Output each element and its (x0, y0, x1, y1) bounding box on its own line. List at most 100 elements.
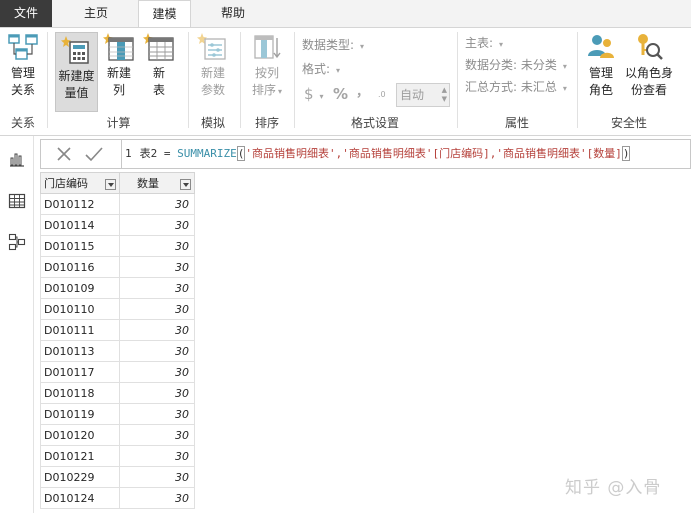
view-as-roles-button[interactable]: 以角色身 份查看 (623, 32, 675, 99)
table-row[interactable]: D010120 30 (40, 424, 195, 446)
table-row[interactable]: D010121 30 (40, 445, 195, 467)
cell-quantity[interactable]: 30 (119, 298, 195, 320)
data-type-label: 数据类型: (302, 38, 355, 52)
table-row[interactable]: D010117 30 (40, 361, 195, 383)
data-grid: 门店编码 数量 D010112 30 D010114 30 D010115 30 D0101… (40, 172, 195, 509)
table-row[interactable]: D010110 30 (40, 298, 195, 320)
chevron-down-icon: ▾ (562, 84, 567, 93)
table-row[interactable]: D010109 30 (40, 277, 195, 299)
new-column-icon (103, 33, 134, 61)
sort-by-column-button[interactable]: 按列 排序 ▾ (246, 32, 288, 100)
formula-arg-qty-column: ,'商品销售明细表'[数量] (489, 147, 622, 160)
cell-quantity[interactable]: 30 (119, 319, 195, 341)
group-separator (240, 32, 241, 128)
group-separator (47, 32, 48, 128)
data-view-icon[interactable] (8, 192, 26, 210)
cell-quantity[interactable]: 30 (119, 424, 195, 446)
new-table-button[interactable]: 新 表 (142, 32, 176, 99)
decimal-places-icon[interactable]: .0 (378, 86, 386, 104)
cell-quantity[interactable]: 30 (119, 277, 195, 299)
currency-format-button[interactable]: $ ▾ (304, 85, 324, 103)
table-row[interactable]: D010111 30 (40, 319, 195, 341)
cell-store-code[interactable]: D010116 (40, 256, 120, 278)
cell-store-code[interactable]: D010119 (40, 403, 120, 425)
manage-roles-icon (588, 35, 614, 58)
cell-store-code[interactable]: D010121 (40, 445, 120, 467)
model-view-icon[interactable] (8, 233, 26, 251)
commit-check-icon[interactable] (84, 144, 104, 164)
column-filter-icon[interactable] (180, 179, 191, 190)
table-row[interactable]: D010119 30 (40, 403, 195, 425)
home-table-dropdown[interactable]: 主表: ▾ (465, 34, 503, 52)
table-header-row: 门店编码 数量 (40, 172, 195, 194)
cancel-icon[interactable] (54, 144, 74, 164)
table-row[interactable]: D010124 30 (40, 487, 195, 509)
cell-store-code[interactable]: D010118 (40, 382, 120, 404)
decimal-places-input[interactable]: 自动 ▲ ▼ (396, 83, 450, 107)
format-dropdown[interactable]: 格式: ▾ (302, 60, 340, 78)
table-row[interactable]: D010115 30 (40, 235, 195, 257)
cell-quantity[interactable]: 30 (119, 235, 195, 257)
cell-quantity[interactable]: 30 (119, 256, 195, 278)
cell-quantity[interactable]: 30 (119, 403, 195, 425)
table-row[interactable]: D010114 30 (40, 214, 195, 236)
cell-store-code[interactable]: D010111 (40, 319, 120, 341)
column-filter-icon[interactable] (105, 179, 116, 190)
manage-roles-button[interactable]: 管理 角色 (583, 32, 619, 99)
manage-relationships-icon (8, 34, 38, 60)
cell-store-code[interactable]: D010115 (40, 235, 120, 257)
cell-quantity[interactable]: 30 (119, 193, 195, 215)
cell-store-code[interactable]: D010113 (40, 340, 120, 362)
new-parameter-label-2: 参数 (200, 83, 225, 97)
sort-by-column-label-1: 按列 (254, 66, 279, 80)
new-measure-button[interactable]: 新建度 量值 (55, 32, 98, 112)
cell-store-code[interactable]: D010229 (40, 466, 120, 488)
cell-quantity[interactable]: 30 (119, 487, 195, 509)
column-header-store-code[interactable]: 门店编码 (40, 172, 120, 194)
view-as-roles-icon (638, 34, 663, 60)
percent-format-button[interactable]: % (333, 85, 348, 103)
table-row[interactable]: D010112 30 (40, 193, 195, 215)
tab-file[interactable]: 文件 (0, 0, 52, 27)
summarize-by-dropdown[interactable]: 汇总方式: 未汇总 ▾ (465, 78, 567, 96)
view-as-roles-label-2: 份查看 (630, 83, 667, 97)
table-row[interactable]: D010116 30 (40, 256, 195, 278)
spinner-arrows-icon[interactable]: ▲ ▼ (442, 86, 447, 104)
new-parameter-button[interactable]: 新建 参数 (194, 32, 232, 99)
new-column-button[interactable]: 新建 列 (102, 32, 136, 99)
manage-relationships-button[interactable]: 管理 关系 (4, 32, 42, 99)
cell-quantity[interactable]: 30 (119, 466, 195, 488)
data-type-dropdown[interactable]: 数据类型: ▾ (302, 36, 364, 54)
chevron-down-icon: ▾ (336, 66, 341, 75)
cell-store-code[interactable]: D010114 (40, 214, 120, 236)
view-as-roles-label-1: 以角色身 (624, 66, 673, 80)
cell-store-code[interactable]: D010117 (40, 361, 120, 383)
report-view-icon[interactable] (8, 150, 26, 168)
formula-line-number: 1 (125, 147, 132, 160)
cell-store-code[interactable]: D010124 (40, 487, 120, 509)
cell-quantity[interactable]: 30 (119, 382, 195, 404)
new-measure-label-2: 量值 (64, 86, 89, 100)
tab-model[interactable]: 建模 (138, 0, 191, 28)
tab-help[interactable]: 帮助 (206, 0, 260, 27)
cell-quantity[interactable]: 30 (119, 214, 195, 236)
thousands-separator-button[interactable]: ， (356, 84, 369, 102)
cell-store-code[interactable]: D010112 (40, 193, 120, 215)
cell-store-code[interactable]: D010110 (40, 298, 120, 320)
cell-quantity[interactable]: 30 (119, 361, 195, 383)
table-row[interactable]: D010113 30 (40, 340, 195, 362)
table-row[interactable]: D010118 30 (40, 382, 195, 404)
home-table-label: 主表: (465, 36, 494, 50)
column-header-label: 门店编码 (44, 177, 88, 190)
tab-home[interactable]: 主页 (68, 0, 124, 27)
cell-store-code[interactable]: D010109 (40, 277, 120, 299)
chevron-down-icon: ▾ (499, 40, 504, 49)
dax-formula-input[interactable]: 1 表2 = SUMMARIZE('商品销售明细表','商品销售明细表'[门店编码… (125, 140, 631, 168)
data-category-dropdown[interactable]: 数据分类: 未分类 ▾ (465, 56, 567, 74)
group-separator (188, 32, 189, 128)
table-row[interactable]: D010229 30 (40, 466, 195, 488)
cell-quantity[interactable]: 30 (119, 445, 195, 467)
cell-quantity[interactable]: 30 (119, 340, 195, 362)
cell-store-code[interactable]: D010120 (40, 424, 120, 446)
column-header-quantity[interactable]: 数量 (119, 172, 195, 194)
